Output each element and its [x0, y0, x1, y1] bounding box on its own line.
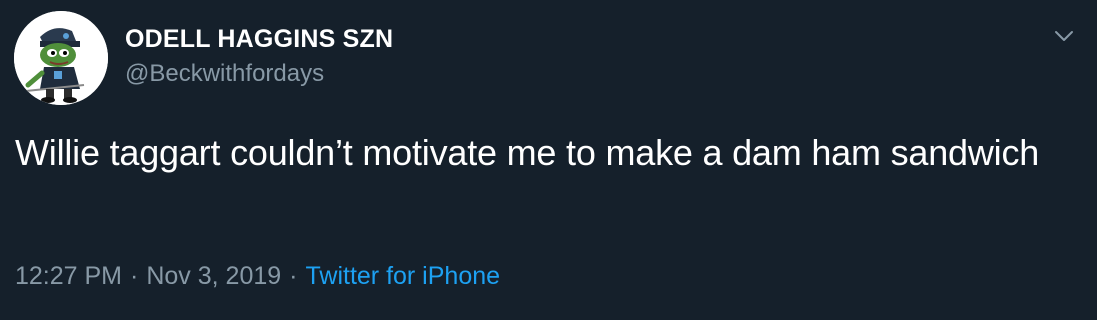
chevron-down-icon[interactable] — [1050, 22, 1078, 50]
meta-separator: · — [289, 262, 298, 290]
tweet-card: ODELL HAGGINS SZN @Beckwithfordays Willi… — [0, 0, 1097, 320]
pepe-frog-avatar-icon — [14, 11, 108, 105]
tweet-text: Willie taggart couldn’t motivate me to m… — [15, 132, 1040, 173]
meta-separator: · — [130, 262, 139, 290]
tweet-meta: 12:27 PM · Nov 3, 2019 · Twitter for iPhone — [15, 262, 500, 291]
tweet-date[interactable]: Nov 3, 2019 — [146, 262, 281, 290]
avatar[interactable] — [14, 11, 108, 105]
user-handle[interactable]: @Beckwithfordays — [125, 60, 324, 88]
tweet-source-link[interactable]: Twitter for iPhone — [306, 262, 501, 290]
tweet-time[interactable]: 12:27 PM — [15, 262, 122, 290]
display-name[interactable]: ODELL HAGGINS SZN — [125, 25, 393, 54]
